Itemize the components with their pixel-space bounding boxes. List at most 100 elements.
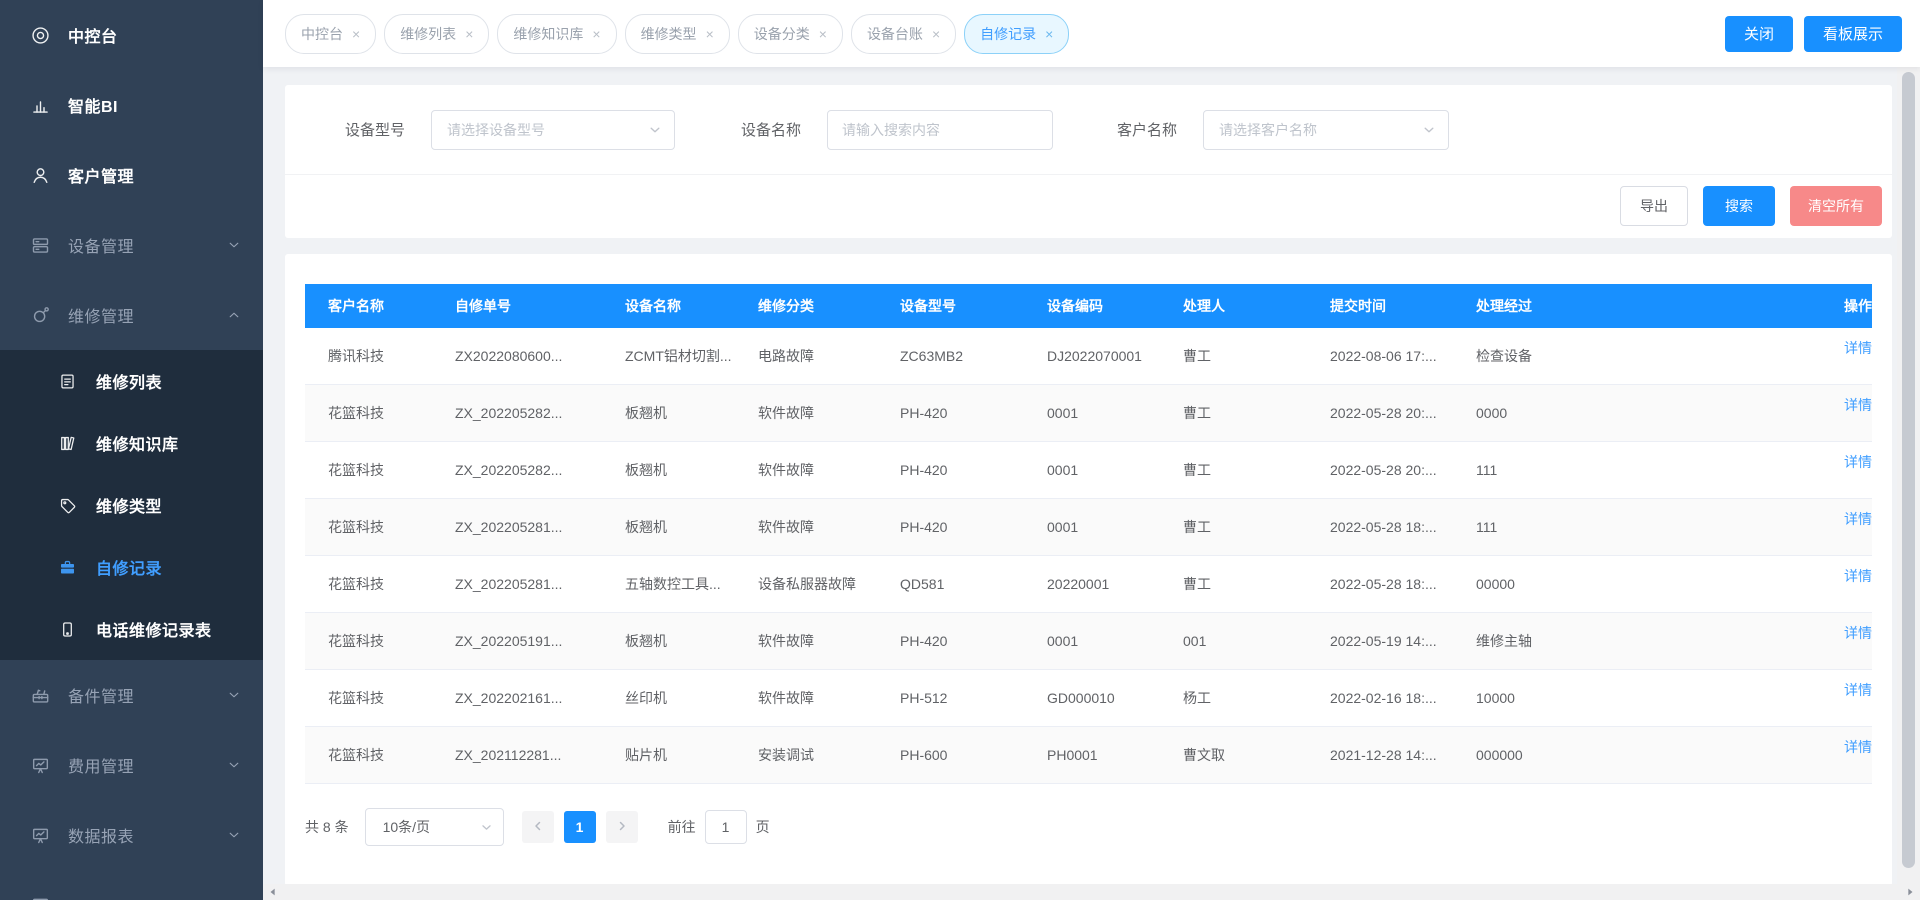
cell: 20220001 <box>1047 556 1183 613</box>
prev-page-button[interactable] <box>522 811 554 843</box>
detail-link[interactable]: 详情 <box>1844 682 1872 698</box>
device-name-input[interactable] <box>827 110 1053 150</box>
sidebar-item-repair-type[interactable]: 维修类型 <box>0 474 263 536</box>
table-row: 腾讯科技ZX2022080600...ZCMT铝材切割...电路故障ZC63MB… <box>305 328 1872 385</box>
tab-device-ledger[interactable]: 设备台账× <box>851 14 956 54</box>
sidebar-item-repair-mgmt[interactable]: 维修管理 <box>0 280 263 350</box>
sidebar-item-phone-repair-record[interactable]: 电话维修记录表 <box>0 598 263 660</box>
detail-link[interactable]: 详情 <box>1844 568 1872 584</box>
cell: 花篮科技 <box>305 442 455 499</box>
sidebar-item-spare-parts-mgmt[interactable]: 备件管理 <box>0 660 263 730</box>
vertical-scrollbar-thumb[interactable] <box>1902 72 1915 868</box>
cell: 电路故障 <box>758 328 900 385</box>
detail-link[interactable]: 详情 <box>1844 625 1872 641</box>
tab-label: 维修知识库 <box>513 24 583 44</box>
cell: 软件故障 <box>758 613 900 670</box>
user-icon <box>30 165 51 186</box>
close-tab-icon[interactable]: × <box>465 27 473 41</box>
table-row: 花篮科技ZX_202205281...五轴数控工具...设备私服器故障QD581… <box>305 556 1872 613</box>
sidebar-item-label: 维修列表 <box>96 369 162 393</box>
tab-repair-knowledge[interactable]: 维修知识库 × <box>497 14 616 54</box>
detail-link[interactable]: 详情 <box>1844 454 1872 470</box>
goto-page-input[interactable] <box>705 810 747 844</box>
filter-actions: 导出 搜索 清空所有 <box>285 186 1882 226</box>
books-icon <box>58 434 77 453</box>
detail-link[interactable]: 详情 <box>1844 739 1872 755</box>
close-tab-icon[interactable]: × <box>592 27 600 41</box>
sidebar-item-device-mgmt[interactable]: 设备管理 <box>0 210 263 280</box>
sidebar-item-partial[interactable] <box>0 870 263 900</box>
cell: ZX_202202161... <box>455 670 625 727</box>
sidebar-item-console[interactable]: 中控台 <box>0 0 263 70</box>
tab-self-repair-record[interactable]: 自修记录× <box>964 14 1069 54</box>
main-area: 中控台×维修列表×维修知识库×维修类型×设备分类×设备台账×自修记录× 关闭 看… <box>263 0 1920 900</box>
device-model-placeholder: 请选择设备型号 <box>447 120 545 140</box>
cell: ZX_202205282... <box>455 442 625 499</box>
filter-form: 设备型号 请选择设备型号 设备名称 客户名称 请选择客户名称 <box>285 85 1892 175</box>
scroll-left-arrow-icon[interactable] <box>268 887 278 897</box>
scroll-right-arrow-icon[interactable] <box>1905 887 1915 897</box>
cell: 板翘机 <box>625 442 758 499</box>
bar-chart-icon <box>30 95 51 116</box>
close-tab-icon[interactable]: × <box>932 27 940 41</box>
export-button[interactable]: 导出 <box>1620 186 1688 226</box>
sidebar-item-cost-mgmt[interactable]: 费用管理 <box>0 730 263 800</box>
detail-link[interactable]: 详情 <box>1844 511 1872 527</box>
cell: 2021-12-28 14:... <box>1330 727 1476 784</box>
vertical-scrollbar-track[interactable] <box>1897 67 1920 884</box>
cell: 贴片机 <box>625 727 758 784</box>
action-cell: 详情 <box>1772 613 1872 670</box>
close-tab-icon[interactable]: × <box>1045 27 1053 41</box>
horizontal-scrollbar-track[interactable] <box>263 884 1920 900</box>
phone-icon <box>58 620 77 639</box>
cell: 曹文取 <box>1183 727 1330 784</box>
close-tab-icon[interactable]: × <box>352 27 360 41</box>
sidebar-item-label: 自修记录 <box>96 555 162 579</box>
sidebar-item-repair-list[interactable]: 维修列表 <box>0 350 263 412</box>
board-display-button[interactable]: 看板展示 <box>1804 16 1902 52</box>
cell: ZC63MB2 <box>900 328 1047 385</box>
tab-repair-list[interactable]: 维修列表× <box>384 14 489 54</box>
cell: 10000 <box>1476 670 1772 727</box>
device-model-label: 设备型号 <box>345 119 405 140</box>
close-button[interactable]: 关闭 <box>1725 16 1793 52</box>
close-tab-icon[interactable]: × <box>819 27 827 41</box>
column-header: 自修单号 <box>455 284 625 328</box>
sidebar-item-data-report[interactable]: 数据报表 <box>0 800 263 870</box>
sidebar-item-smart-bi[interactable]: 智能BI <box>0 70 263 140</box>
cell: 0001 <box>1047 442 1183 499</box>
cell: ZX_202112281... <box>455 727 625 784</box>
cell: DJ2022070001 <box>1047 328 1183 385</box>
cell: 花篮科技 <box>305 385 455 442</box>
page-size-select[interactable]: 10条/页 <box>365 808 504 846</box>
tab-device-category[interactable]: 设备分类 × <box>738 14 843 54</box>
customer-name-select[interactable]: 请选择客户名称 <box>1203 110 1449 150</box>
device-model-select[interactable]: 请选择设备型号 <box>431 110 675 150</box>
sidebar: 中控台智能BI客户管理设备管理维修管理维修列表维修知识库维修类型自修记录电话维修… <box>0 0 263 900</box>
close-tab-icon[interactable]: × <box>706 27 714 41</box>
cell: 00000 <box>1476 556 1772 613</box>
column-header: 设备型号 <box>900 284 1047 328</box>
cell: 2022-05-28 20:... <box>1330 442 1476 499</box>
sidebar-item-label: 维修知识库 <box>96 431 179 455</box>
cell: 花篮科技 <box>305 670 455 727</box>
page-number-button[interactable]: 1 <box>564 811 596 843</box>
total-count-label: 共 8 条 <box>305 817 349 837</box>
cell: PH-420 <box>900 442 1047 499</box>
sidebar-item-self-repair-record[interactable]: 自修记录 <box>0 536 263 598</box>
sidebar-item-repair-knowledge[interactable]: 维修知识库 <box>0 412 263 474</box>
cell: PH-420 <box>900 613 1047 670</box>
tab-label: 设备分类 <box>754 24 810 44</box>
chevron-down-icon <box>1422 123 1436 137</box>
sidebar-item-customer-mgmt[interactable]: 客户管理 <box>0 140 263 210</box>
detail-link[interactable]: 详情 <box>1844 340 1872 356</box>
search-button[interactable]: 搜索 <box>1703 186 1775 226</box>
detail-link[interactable]: 详情 <box>1844 397 1872 413</box>
cell: 花篮科技 <box>305 556 455 613</box>
app-root: 中控台智能BI客户管理设备管理维修管理维修列表维修知识库维修类型自修记录电话维修… <box>0 0 1920 900</box>
tab-repair-type[interactable]: 维修类型× <box>625 14 730 54</box>
cell: 0000 <box>1476 385 1772 442</box>
tab-console[interactable]: 中控台× <box>285 14 376 54</box>
clear-all-button[interactable]: 清空所有 <box>1790 186 1882 226</box>
next-page-button[interactable] <box>606 811 638 843</box>
